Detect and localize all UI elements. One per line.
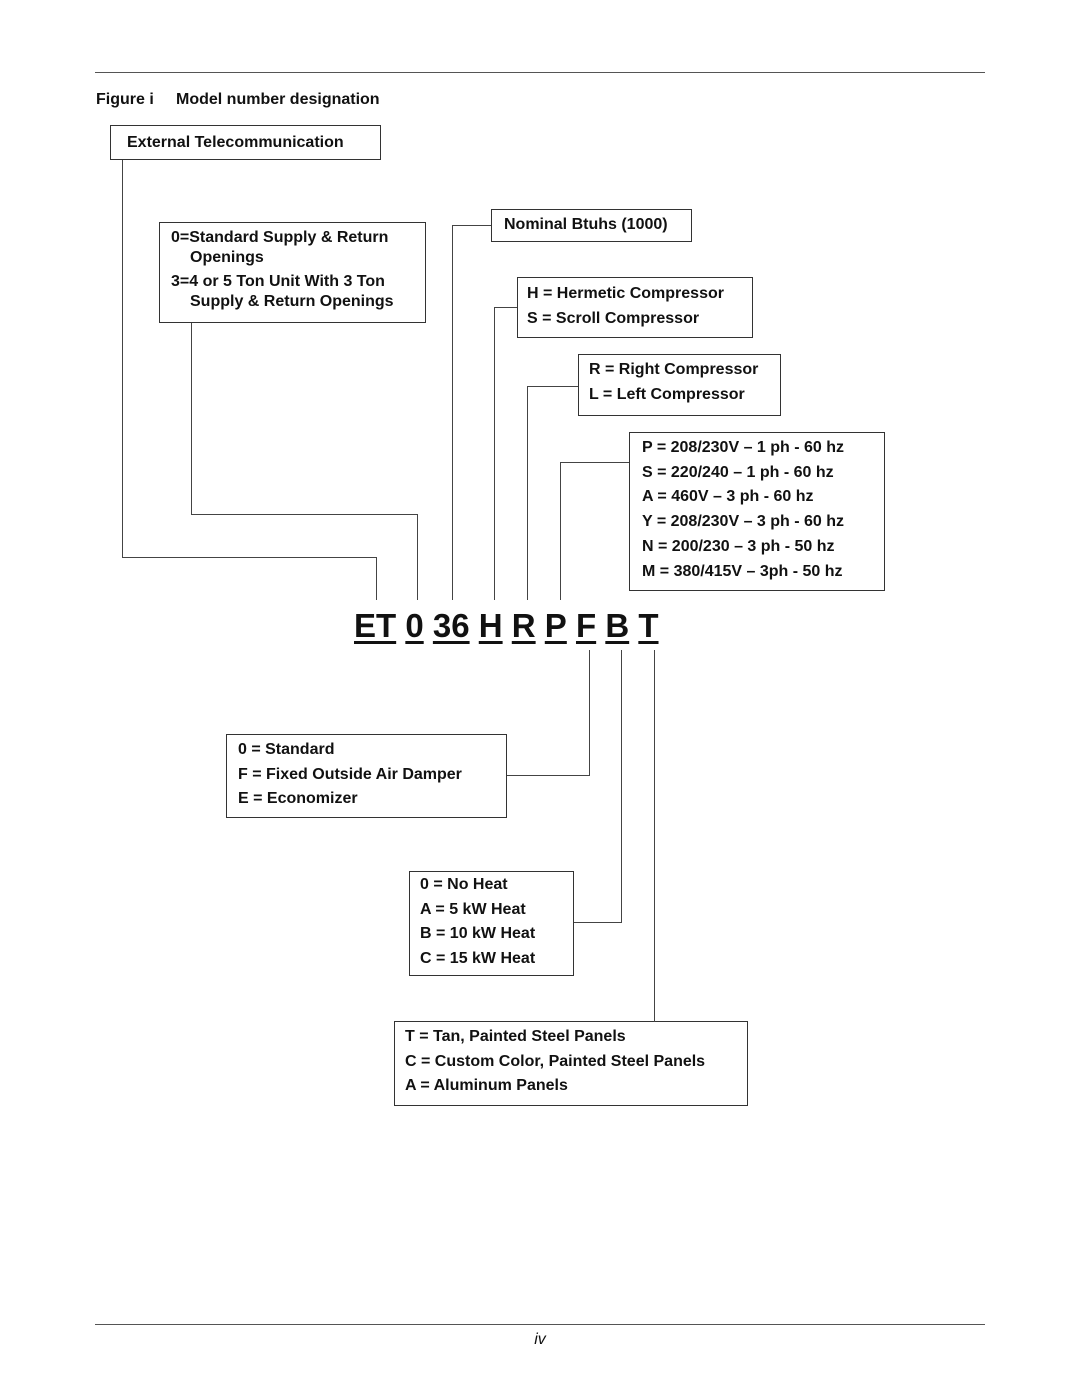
box-line: P = 208/230V – 1 ph - 60 hz xyxy=(642,439,845,456)
box-line: A = Aluminum Panels xyxy=(405,1077,568,1095)
model-segment-compressor-type: H xyxy=(478,607,503,644)
connector-heat xyxy=(621,650,623,923)
box-voltage: P = 208/230V – 1 ph - 60 hz S = 220/240 … xyxy=(629,432,885,591)
connector-btuhs xyxy=(452,225,454,600)
connector-heat xyxy=(574,922,622,924)
model-segment-voltage: P xyxy=(544,607,567,644)
box-line: N = 200/230 – 3 ph - 50 hz xyxy=(642,537,835,555)
connector-openings xyxy=(191,514,418,516)
box-line: Y = 208/230V – 3 ph - 60 hz xyxy=(642,513,845,531)
box-line: B = 10 kW Heat xyxy=(420,925,536,943)
connector-openings xyxy=(191,323,193,515)
model-segment-compressor-side: R xyxy=(511,607,536,644)
box-line: R = Right Compressor xyxy=(589,361,759,378)
box-line: Openings xyxy=(190,248,264,266)
header-rule xyxy=(95,72,985,73)
model-segment-et: ET xyxy=(354,607,397,644)
connector-compressor-type xyxy=(494,307,496,600)
box-external-telecommunication: External Telecommunication xyxy=(110,125,381,160)
box-line: E = Economizer xyxy=(238,790,358,808)
box-line: A = 460V – 3 ph - 60 hz xyxy=(642,488,814,506)
box-line: 3=4 or 5 Ton Unit With 3 Ton xyxy=(171,273,385,290)
box-line: M = 380/415V – 3ph - 50 hz xyxy=(642,562,843,580)
box-compressor-type: H = Hermetic Compressor S = Scroll Compr… xyxy=(517,277,753,338)
box-outside-air: 0 = Standard F = Fixed Outside Air Dampe… xyxy=(226,734,507,818)
box-line: 0=Standard Supply & Return xyxy=(171,229,389,246)
model-segment-heat: B xyxy=(605,607,630,644)
model-segment-panels: T xyxy=(638,607,659,644)
box-line: L = Left Compressor xyxy=(589,385,745,403)
connector-panels xyxy=(654,650,656,1022)
connector-telecom xyxy=(122,557,377,559)
connector-outside-air xyxy=(589,650,591,776)
model-segment-openings: 0 xyxy=(405,607,424,644)
model-segment-btuhs: 36 xyxy=(432,607,470,644)
box-line: External Telecommunication xyxy=(127,134,344,151)
box-line: S = 220/240 – 1 ph - 60 hz xyxy=(642,463,834,481)
connector-outside-air xyxy=(507,775,590,777)
connector-compressor-side xyxy=(527,386,529,600)
box-compressor-side: R = Right Compressor L = Left Compressor xyxy=(578,354,781,416)
box-line: F = Fixed Outside Air Damper xyxy=(238,765,462,783)
page-number: iv xyxy=(534,1331,546,1348)
figure-title: Model number designation xyxy=(176,91,380,108)
connector-voltage xyxy=(560,462,629,464)
figure-caption: Figure i Model number designation xyxy=(96,91,380,109)
connector-telecom xyxy=(122,160,124,558)
box-line: C = 15 kW Heat xyxy=(420,950,536,968)
box-line: 0 = No Heat xyxy=(420,876,508,893)
connector-telecom xyxy=(376,557,378,600)
box-line: Supply & Return Openings xyxy=(190,292,394,310)
box-openings: 0=Standard Supply & Return Openings 3=4 … xyxy=(159,222,426,323)
connector-compressor-side xyxy=(527,386,578,388)
box-line: 0 = Standard xyxy=(238,741,335,758)
connector-openings xyxy=(417,514,419,600)
connector-compressor-type xyxy=(494,307,517,309)
box-line: C = Custom Color, Painted Steel Panels xyxy=(405,1052,706,1070)
box-nominal-btuhs: Nominal Btuhs (1000) xyxy=(491,209,692,242)
box-panels: T = Tan, Painted Steel Panels C = Custom… xyxy=(394,1021,748,1106)
figure-label: Figure i xyxy=(96,91,154,108)
connector-btuhs xyxy=(452,225,491,227)
box-line: S = Scroll Compressor xyxy=(527,309,700,327)
box-line: T = Tan, Painted Steel Panels xyxy=(405,1028,626,1045)
box-line: H = Hermetic Compressor xyxy=(527,285,724,302)
box-line: Nominal Btuhs (1000) xyxy=(504,216,668,233)
model-code: ET 0 36 H R P F B T xyxy=(354,607,659,645)
footer-rule xyxy=(95,1324,985,1325)
model-segment-outside-air: F xyxy=(575,607,597,644)
connector-voltage xyxy=(560,462,562,600)
box-heat: 0 = No Heat A = 5 kW Heat B = 10 kW Heat… xyxy=(409,871,574,976)
box-line: A = 5 kW Heat xyxy=(420,900,526,918)
